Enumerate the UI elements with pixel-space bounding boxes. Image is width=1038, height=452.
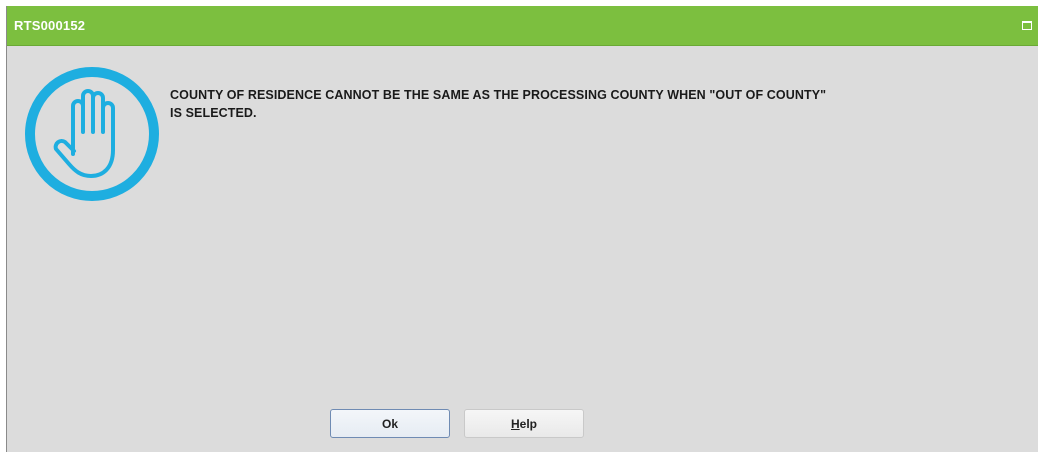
error-message-line-1: COUNTY OF RESIDENCE CANNOT BE THE SAME A…	[170, 88, 827, 102]
ok-button[interactable]: Ok	[330, 409, 450, 438]
error-message: COUNTY OF RESIDENCE CANNOT BE THE SAME A…	[170, 86, 1030, 122]
title-bar[interactable]: RTS000152	[7, 6, 1038, 46]
maximize-icon[interactable]	[1022, 21, 1032, 30]
help-button[interactable]: Help	[464, 409, 584, 438]
dialog-title: RTS000152	[14, 18, 86, 33]
ok-button-label: Ok	[381, 417, 398, 431]
error-dialog: RTS000152 COUNTY OF RESIDENCE CANNOT BE …	[6, 6, 1038, 452]
help-button-mnemonic: H	[510, 417, 520, 431]
help-button-label: elp	[519, 417, 537, 431]
error-message-line-2: IS SELECTED.	[170, 106, 257, 120]
stop-hand-icon	[25, 67, 159, 201]
